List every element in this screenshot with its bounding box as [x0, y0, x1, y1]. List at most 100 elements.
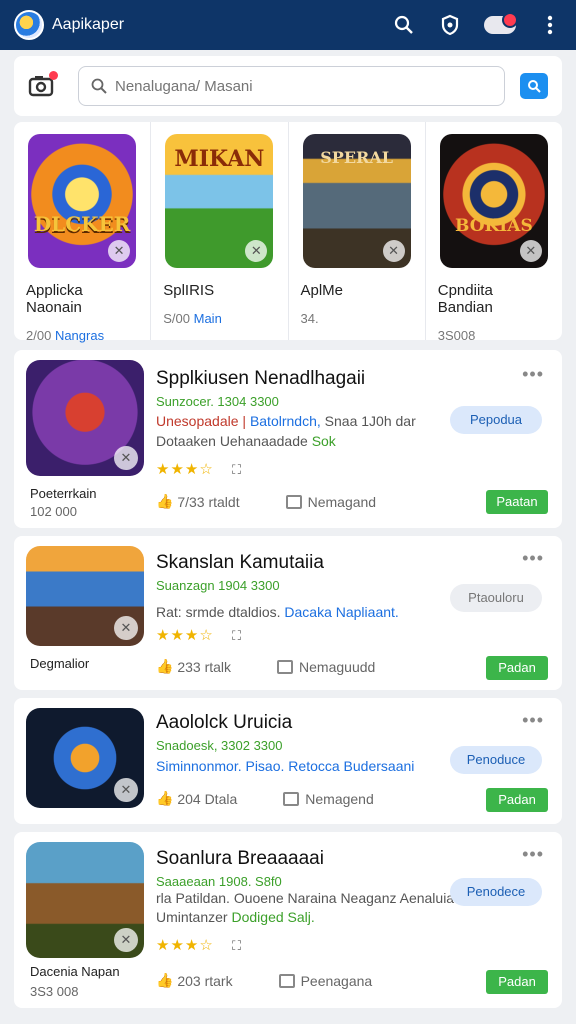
- featured-meta-a: S/00: [163, 311, 190, 326]
- camera-icon[interactable]: [28, 71, 58, 99]
- install-pill-button[interactable]: Ptaouloru: [450, 584, 542, 612]
- app-icon-badge: ✕: [114, 446, 138, 470]
- desc-part: Rat: srmde dtaldios.: [156, 604, 281, 620]
- get-button[interactable]: Padan: [486, 970, 548, 994]
- featured-badge-icon: ✕: [382, 240, 405, 262]
- app-title: Aapikaper: [52, 16, 125, 33]
- share-icon[interactable]: ⛶: [232, 938, 241, 954]
- search-bar: [14, 56, 562, 116]
- desc-part: Retocca Budersaani: [288, 758, 415, 774]
- stats-row: 👍 203 rtark Peenagana: [156, 972, 372, 989]
- get-button[interactable]: Paatan: [486, 490, 548, 514]
- camera-notification-dot: [49, 71, 58, 80]
- app-subtitle: Snadoesk, 3302 3300: [156, 738, 283, 753]
- desc-part: Snaa 1J0h dar: [324, 413, 416, 429]
- desc-part: Batolrndch,: [249, 413, 321, 429]
- featured-carousel: DLCKER ✕ Applicka Naonain 2/00 Nangras M…: [14, 122, 562, 343]
- featured-meta-b: Main: [193, 311, 222, 326]
- stats-row: 👍 233 rtalk Nemaguudd: [156, 658, 375, 675]
- stats-row: 👍 7/33 rtaldt Nemagand: [156, 493, 376, 510]
- featured-card[interactable]: BOKIAS ✕ Cpndiita Bandian 3S008: [426, 122, 562, 343]
- desc-part: rla Patildan. Ouoene Naraina Neaganz Aen…: [156, 890, 455, 906]
- storage-icon: [278, 973, 295, 988]
- developer-name: Poeterrkain: [30, 486, 97, 501]
- get-button[interactable]: Padan: [486, 656, 548, 680]
- app-list-item[interactable]: ✕ Degmalior Skanslan Kamutaiia Suanzagn …: [14, 536, 562, 690]
- stat-category: Nemaguudd: [299, 658, 376, 675]
- desc-part: Siminnonmor. Pisao.: [156, 758, 285, 774]
- notification-toggle[interactable]: [484, 12, 518, 34]
- featured-meta-b: Nangras: [54, 328, 105, 343]
- shield-icon[interactable]: [438, 13, 462, 37]
- desc-part: Dodiged Salj.: [231, 909, 315, 925]
- featured-meta: 3S008: [438, 328, 550, 343]
- thumb-icon: 👍: [156, 790, 174, 806]
- featured-badge-icon: ✕: [108, 240, 131, 262]
- get-button[interactable]: Padan: [486, 788, 548, 812]
- featured-badge-icon: ✕: [245, 240, 268, 262]
- search-field-icon: [91, 78, 107, 94]
- top-bar: Aapikaper: [0, 0, 576, 50]
- featured-app-art: DLCKER ✕: [28, 134, 137, 268]
- share-icon[interactable]: ⛶: [232, 462, 241, 478]
- featured-card[interactable]: DLCKER ✕ Applicka Naonain 2/00 Nangras: [14, 122, 152, 343]
- featured-name: Cpndiita Bandian: [437, 282, 493, 316]
- more-options-icon[interactable]: •••: [522, 710, 544, 731]
- search-icon[interactable]: [392, 13, 416, 37]
- more-options-icon[interactable]: •••: [522, 364, 544, 385]
- app-description: Siminnonmor. Pisao. Retocca Budersaani: [156, 758, 414, 774]
- app-list-item[interactable]: ✕ Poeterrkain 102 000 Spplkiusen Nenadlh…: [14, 350, 562, 528]
- app-subtitle: Sunzocer. 1304 3300: [156, 394, 279, 409]
- featured-meta-a: 3S008: [437, 328, 476, 343]
- app-logo: [14, 10, 44, 40]
- search-button[interactable]: [520, 73, 548, 99]
- app-icon-badge: ✕: [114, 778, 138, 802]
- thumb-icon: 👍: [156, 493, 174, 509]
- install-pill-button[interactable]: Penoduce: [450, 746, 542, 774]
- rating-stars: ★★★☆: [156, 627, 214, 644]
- desc-part: Sok: [311, 433, 336, 449]
- more-options-icon[interactable]: •••: [522, 844, 544, 865]
- featured-card[interactable]: SPERAL ✕ AplMe 34.: [289, 122, 426, 340]
- featured-art-text: SPERAL: [320, 148, 393, 167]
- app-description: Unesopadale | Batolrndch, Snaa 1J0h dar: [156, 413, 416, 429]
- app-list-item[interactable]: ✕ Aaololck Uruicia Snadoesk, 3302 3300 S…: [14, 698, 562, 824]
- featured-meta: 2/00 Nangras: [26, 328, 138, 343]
- kebab-menu-icon[interactable]: [538, 13, 562, 37]
- stat-category: Nemagend: [305, 790, 374, 807]
- developer-name: Dacenia Napan: [30, 964, 120, 979]
- app-subtitle: Suanzagn 1904 3300: [156, 578, 280, 593]
- featured-art-text: DLCKER: [33, 212, 131, 236]
- featured-art-text: MIKAN: [174, 146, 265, 172]
- app-title: Soanlura Breaaaaai: [156, 848, 324, 869]
- app-icon-badge: ✕: [114, 616, 138, 640]
- featured-badge-icon: ✕: [519, 240, 542, 262]
- featured-meta-a: 2/00: [26, 328, 52, 343]
- install-pill-button[interactable]: Pepodua: [450, 406, 542, 434]
- app-title: Spplkiusen Nenadlhagaii: [156, 368, 366, 389]
- developer-count: 102 000: [30, 504, 77, 519]
- search-field[interactable]: [78, 66, 506, 106]
- app-description: rla Patildan. Ouoene Naraina Neaganz Aen…: [156, 890, 454, 906]
- featured-name: AplMe: [300, 282, 344, 299]
- stat-category: Nemagand: [307, 493, 377, 510]
- app-description-2: Umintanzer Dodiged Salj.: [156, 909, 315, 925]
- install-pill-button[interactable]: Penodece: [450, 878, 542, 906]
- app-title: Aaololck Uruicia: [156, 712, 293, 733]
- search-input[interactable]: [115, 77, 475, 95]
- thumb-icon: 👍: [156, 658, 174, 674]
- thumb-icon: 👍: [156, 972, 174, 988]
- storage-icon: [283, 791, 300, 806]
- featured-card[interactable]: MIKAN ✕ SplIRIS S/00 Main: [151, 122, 289, 340]
- featured-name: Applicka Naonain: [26, 282, 83, 316]
- more-options-icon[interactable]: •••: [522, 548, 544, 569]
- app-list-item[interactable]: ✕ Dacenia Napan 3S3 008 Soanlura Breaaaa…: [14, 832, 562, 1008]
- app-title: Skanslan Kamutaiia: [156, 552, 324, 573]
- storage-icon: [285, 494, 302, 509]
- developer-name: Degmalior: [30, 656, 90, 671]
- desc-part: Dotaaken Uehanaadade: [156, 433, 308, 449]
- storage-icon: [277, 659, 294, 674]
- rating-stars: ★★★☆: [156, 461, 214, 478]
- share-icon[interactable]: ⛶: [232, 628, 241, 644]
- stats-row: 👍 204 Dtala Nemagend: [156, 790, 374, 807]
